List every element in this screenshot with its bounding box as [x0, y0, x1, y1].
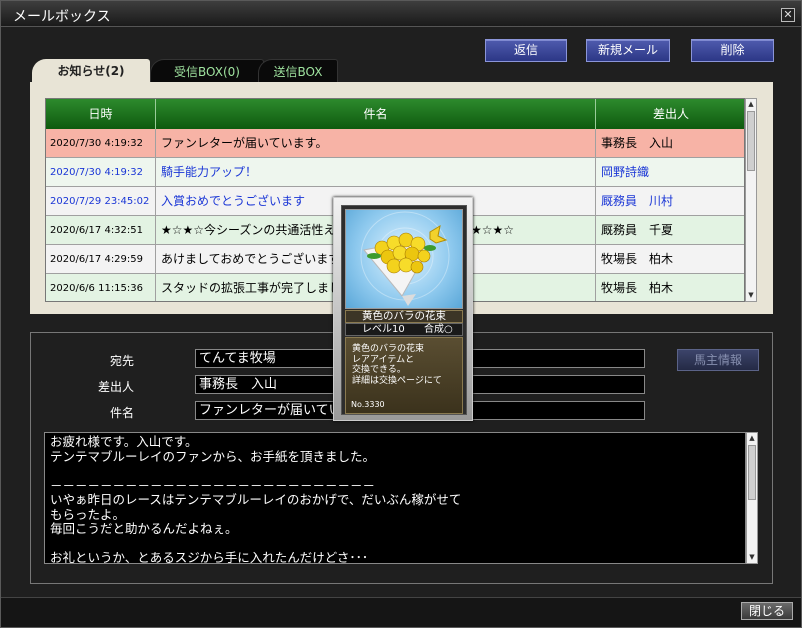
title-bar: メールボックス ✕ — [1, 1, 801, 27]
row-date: 2020/7/30 4:19:32 — [46, 129, 156, 158]
reply-button[interactable]: 返信 — [485, 39, 567, 62]
scroll-down-icon[interactable]: ▼ — [746, 290, 756, 301]
subject-label: 件名 — [109, 406, 134, 420]
footer-bar: 閉じる — [1, 597, 801, 627]
scroll-up-icon[interactable]: ▲ — [747, 433, 757, 444]
item-card-tooltip: 黄色のバラの花束 レベル10 合成○ 黄色のバラの花束 レアアイテムと 交換でき… — [333, 197, 473, 421]
card-synthesis: 合成○ — [424, 324, 453, 335]
row-sender: 事務長 入山 — [601, 136, 674, 150]
row-date: 2020/7/30 4:19:32 — [46, 158, 156, 187]
card-level-row: レベル10 合成○ — [345, 323, 463, 336]
new-mail-button[interactable]: 新規メール — [586, 39, 670, 62]
mailbox-window: メールボックス ✕ 返信 新規メール 削除 受信BOX(0) 送信BOX お知ら… — [0, 0, 802, 628]
row-sender: 牧場長 柏木 — [601, 252, 674, 266]
scroll-thumb[interactable] — [747, 111, 755, 171]
tab-inbox[interactable]: 受信BOX(0) — [150, 59, 264, 83]
scroll-thumb[interactable] — [748, 445, 756, 500]
row-sender: 岡野詩織 — [601, 165, 650, 179]
to-label: 宛先 — [109, 354, 134, 368]
from-label: 差出人 — [97, 380, 134, 394]
table-row[interactable]: 2020/7/30 4:19:32 騎手能力アップ！ 岡野詩織 — [46, 158, 744, 187]
row-date: 2020/6/6 11:15:36 — [46, 274, 156, 301]
row-date: 2020/6/17 4:32:51 — [46, 216, 156, 245]
row-subject: 騎手能力アップ！ — [156, 158, 596, 187]
close-icon[interactable]: ✕ — [781, 8, 795, 22]
tab-notices[interactable]: お知らせ(2) — [32, 59, 150, 83]
row-sender: 牧場長 柏木 — [601, 281, 674, 295]
column-header-date[interactable]: 日時 — [46, 99, 156, 129]
yellow-rose-bouquet-icon — [345, 209, 463, 309]
row-date: 2020/6/17 4:29:59 — [46, 245, 156, 274]
row-sender: 厩務員 千夏 — [601, 223, 674, 237]
window-title: メールボックス — [13, 9, 111, 25]
delete-button[interactable]: 削除 — [691, 39, 774, 62]
owner-info-button[interactable]: 馬主情報 — [677, 349, 759, 371]
card-name: 黄色のバラの花束 — [345, 310, 463, 323]
scroll-down-icon[interactable]: ▼ — [747, 552, 757, 563]
row-subject-text: ★☆★☆今シーズンの共通活性え — [161, 223, 336, 237]
row-subject-tail: ★☆★☆ — [471, 223, 515, 237]
card-number: No.3330 — [351, 400, 385, 409]
card-level: レベル10 — [362, 324, 405, 335]
scroll-up-icon[interactable]: ▲ — [746, 99, 756, 110]
row-date: 2020/7/29 23:45:02 — [46, 187, 156, 216]
table-row[interactable]: 2020/7/30 4:19:32 ファンレターが届いています。 事務長 入山 — [46, 129, 744, 158]
tab-sent[interactable]: 送信BOX — [258, 59, 338, 83]
row-subject: ファンレターが届いています。 — [156, 129, 596, 158]
row-sender: 厩務員 川村 — [601, 194, 674, 208]
column-header-sender[interactable]: 差出人 — [596, 99, 744, 129]
message-body: お疲れ様です。入山です。 テンテマブルーレイのファンから、お手紙を頂きました。 … — [44, 432, 746, 564]
card-frame: 黄色のバラの花束 レベル10 合成○ 黄色のバラの花束 レアアイテムと 交換でき… — [341, 205, 467, 415]
close-button[interactable]: 閉じる — [741, 602, 793, 620]
list-scrollbar[interactable]: ▲ ▼ — [745, 98, 757, 302]
body-scrollbar[interactable]: ▲ ▼ — [746, 432, 758, 564]
column-header-subject[interactable]: 件名 — [156, 99, 596, 129]
